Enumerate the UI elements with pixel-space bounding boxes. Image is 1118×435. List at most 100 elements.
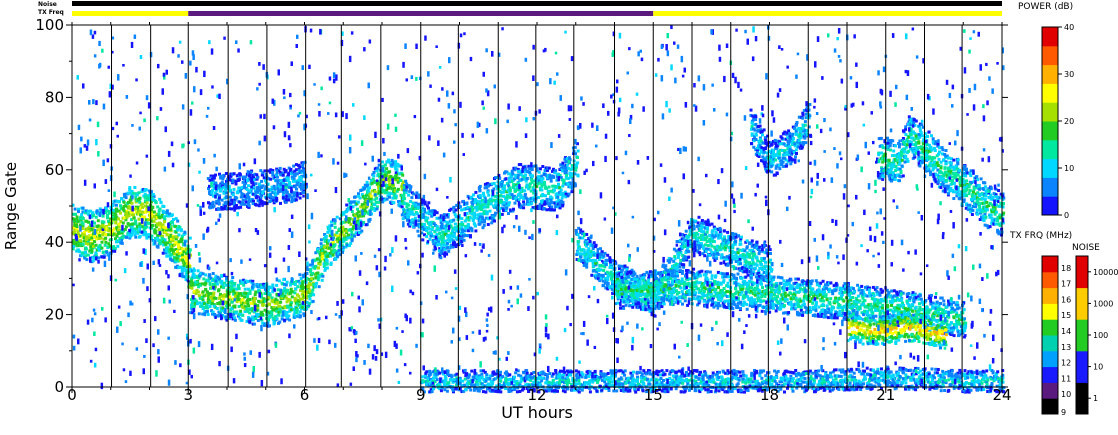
scatter-cell [371, 177, 375, 181]
scatter-cell [762, 256, 766, 260]
rti-plot: Noise TX Freq 0 3 6 9 12 15 18 21 24 02040608010… [2, 1, 1118, 422]
scatter-cell [256, 304, 260, 308]
scatter-cell [444, 226, 448, 230]
scatter-cell [413, 216, 417, 220]
scatter-cell [660, 305, 664, 309]
scatter-cell [401, 173, 405, 177]
scatter-cell [464, 226, 468, 230]
scatter-cell [330, 223, 334, 227]
scatter-cell [231, 276, 235, 279]
scatter-cell [620, 272, 623, 276]
scatter-cell [84, 254, 88, 258]
scatter-cell [511, 172, 515, 176]
scatter-cell [144, 188, 148, 192]
scatter-cell [712, 256, 716, 260]
scatter-cell [616, 301, 620, 305]
scatter-cell [138, 200, 142, 204]
scatter-cell [500, 212, 504, 216]
scatter-cell [537, 176, 541, 180]
scatter-cell [385, 167, 389, 171]
scatter-cell [177, 233, 181, 237]
scatter-cell [388, 192, 392, 196]
scatter-cell [163, 217, 167, 221]
scatter-cell [602, 254, 606, 258]
scatter-cell [686, 249, 690, 253]
scatter-cell [372, 174, 376, 178]
scatter-cell [626, 275, 630, 279]
scatter-cell [662, 302, 666, 306]
scatter-cell [554, 169, 558, 173]
scatter-cell [101, 250, 105, 254]
scatter-cell [582, 248, 586, 252]
scatter-cell [430, 228, 434, 231]
scatter-cell [218, 302, 222, 306]
scatter-cell [76, 248, 80, 252]
scatter-cell [639, 285, 643, 289]
scatter-cell [585, 262, 589, 266]
scatter-cell [617, 295, 621, 299]
scatter-cell [310, 277, 314, 281]
scatter-cell [252, 322, 256, 326]
scatter-cell [93, 221, 96, 225]
scatter-cell [278, 320, 282, 324]
scatter-cell [299, 277, 303, 280]
scatter-cell [75, 215, 79, 219]
scatter-cell [375, 169, 379, 173]
scatter-cell [81, 217, 85, 220]
scatter-cell [679, 286, 683, 290]
scatter-cell [570, 190, 574, 194]
scatter-cell [271, 283, 275, 287]
scatter-cell [214, 279, 218, 283]
scatter-cell [391, 196, 395, 200]
scatter-cell [417, 234, 421, 238]
scatter-cell [390, 163, 394, 167]
scatter-cell [633, 286, 637, 290]
scatter-cell [642, 275, 646, 279]
scatter-cell [413, 207, 417, 211]
scatter-cell [544, 194, 547, 198]
scatter-cell [356, 200, 360, 204]
scatter-cell [753, 266, 757, 270]
scatter-cell [195, 288, 199, 292]
scatter-cell [163, 220, 167, 224]
scatter-cell [462, 238, 466, 242]
scatter-cell [233, 318, 237, 322]
scatter-cell [591, 269, 595, 273]
scatter-cell [124, 196, 128, 200]
scatter-cell [275, 301, 279, 305]
scatter-cell [718, 246, 722, 250]
scatter-cell [333, 243, 337, 247]
scatter-cell [405, 182, 409, 186]
scatter-cell [171, 248, 175, 252]
scatter-cell [130, 233, 133, 237]
scatter-cell [427, 227, 431, 231]
scatter-cell [564, 171, 568, 174]
scatter-cell [594, 261, 598, 265]
scatter-cell [429, 231, 433, 235]
scatter-cell [740, 235, 743, 239]
scatter-cell [215, 307, 219, 310]
scatter-cell [248, 311, 252, 315]
scatter-cell [679, 258, 683, 262]
scatter-cell [658, 271, 662, 275]
scatter-cell [236, 284, 240, 288]
scatter-cell [311, 271, 314, 275]
scatter-cell [675, 267, 679, 271]
scatter-cell [206, 313, 210, 316]
scatter-cell [713, 227, 717, 231]
scatter-cell [556, 195, 560, 199]
scatter-cell [270, 286, 273, 290]
scatter-cell [104, 240, 108, 244]
scatter-cell [365, 180, 369, 184]
scatter-cell [750, 239, 754, 243]
scatter-cell [687, 255, 691, 259]
scatter-cell [705, 270, 709, 274]
scatter-cell [335, 215, 339, 219]
scatter-cell [765, 248, 769, 252]
scatter-cell [147, 233, 151, 237]
scatter-cell [158, 222, 162, 226]
scatter-cell [251, 315, 255, 319]
scatter-cell [508, 195, 512, 199]
scatter-cell [427, 201, 431, 205]
scatter-cell [208, 283, 212, 286]
